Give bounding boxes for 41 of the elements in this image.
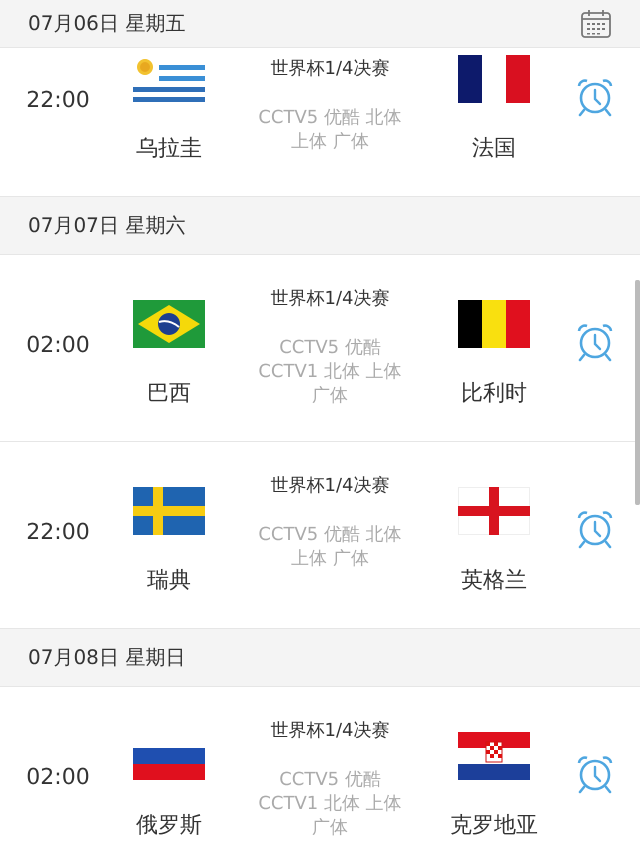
channel-list: 广体 <box>258 384 402 408</box>
calendar-icon[interactable] <box>580 8 612 38</box>
channel-list: CCTV1 北体 上体 <box>258 360 402 384</box>
channel-list: CCTV5 优酷 北体 <box>258 523 402 547</box>
team-name: 英格兰 <box>461 567 527 595</box>
competition-label: 世界杯1/4决赛 <box>270 719 390 742</box>
match-time: 22:00 <box>26 520 90 545</box>
channel-list: 广体 <box>258 816 402 840</box>
channel-list: CCTV5 优酷 <box>258 768 402 792</box>
match-time: 02:00 <box>26 765 90 790</box>
team-name: 巴西 <box>147 380 191 408</box>
team-name: 比利时 <box>461 380 527 408</box>
team-name: 乌拉圭 <box>136 135 202 163</box>
channel-list: 上体 广体 <box>258 130 402 154</box>
date-label: 07月06日 星期五 <box>28 10 186 37</box>
channel-list: CCTV5 优酷 北体 <box>258 106 402 130</box>
date-label: 07月07日 星期六 <box>28 212 186 239</box>
flag-icon <box>458 300 530 348</box>
channel-list: CCTV5 优酷 <box>258 336 402 360</box>
match-time: 02:00 <box>26 333 90 358</box>
competition-label: 世界杯1/4决赛 <box>270 474 390 497</box>
alarm-clock-icon[interactable] <box>575 76 615 116</box>
team-name: 法国 <box>472 135 516 163</box>
flag-icon <box>133 300 205 348</box>
flag-icon <box>458 732 530 780</box>
date-label: 07月08日 星期日 <box>28 644 186 671</box>
team-name: 瑞典 <box>147 567 191 595</box>
flag-icon <box>133 487 205 535</box>
alarm-clock-icon[interactable] <box>575 508 615 548</box>
flag-icon <box>458 55 530 103</box>
flag-icon <box>458 487 530 535</box>
channel-list: 上体 广体 <box>258 547 402 571</box>
scrollbar[interactable] <box>635 280 640 505</box>
alarm-clock-icon[interactable] <box>575 754 615 794</box>
alarm-clock-icon[interactable] <box>575 322 615 362</box>
competition-label: 世界杯1/4决赛 <box>270 57 390 80</box>
team-name: 俄罗斯 <box>136 812 202 840</box>
match-time: 22:00 <box>26 88 90 113</box>
competition-label: 世界杯1/4决赛 <box>270 287 390 310</box>
team-name: 克罗地亚 <box>450 812 538 840</box>
channel-list: CCTV1 北体 上体 <box>258 792 402 816</box>
